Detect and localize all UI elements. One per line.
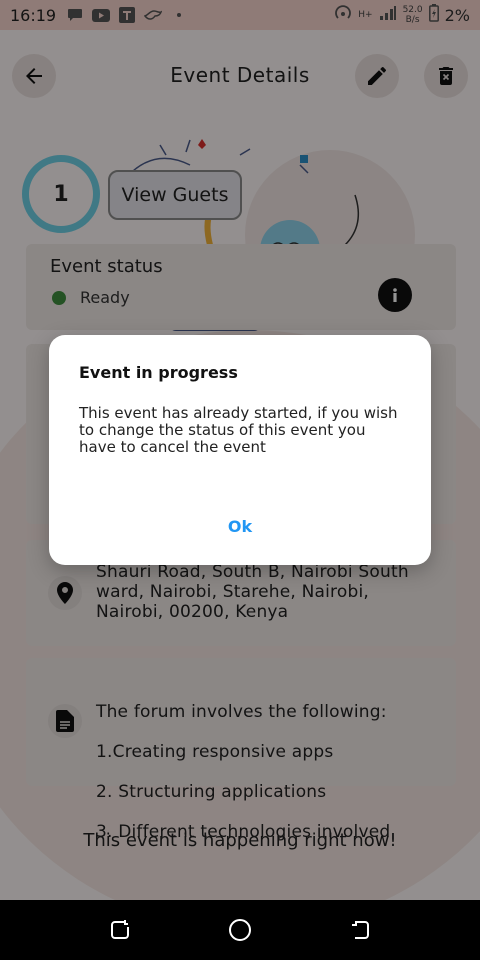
back-nav-button[interactable] (340, 910, 380, 950)
home-button[interactable] (220, 910, 260, 950)
event-in-progress-dialog: Event in progress This event has already… (49, 335, 431, 565)
recents-button[interactable] (100, 910, 140, 950)
back-nav-icon (352, 921, 369, 939)
recents-icon (111, 920, 129, 939)
dialog-title: Event in progress (79, 363, 238, 382)
dialog-body: This event has already started, if you w… (79, 404, 398, 456)
home-circle-icon (229, 919, 251, 941)
system-nav-bar (0, 900, 480, 960)
dialog-ok-button[interactable]: Ok (49, 517, 431, 536)
